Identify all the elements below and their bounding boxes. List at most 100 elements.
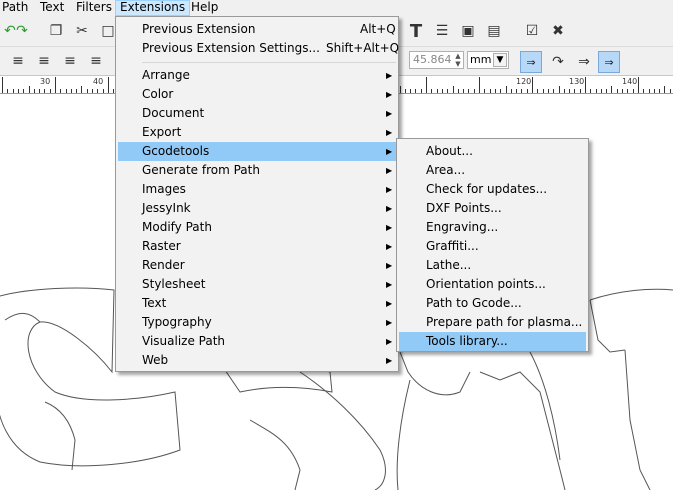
transform-gradients-toggle-icon[interactable]: ⇒ <box>574 52 594 72</box>
align-baseline-icon[interactable]: ≡ <box>86 51 106 71</box>
ruler-tick <box>553 89 554 93</box>
submenu-item-dxf-points[interactable]: DXF Points... <box>399 199 586 218</box>
duplicate-icon[interactable]: ❐ <box>46 21 66 41</box>
chevron-right-icon: ▶ <box>386 299 393 308</box>
menu-help[interactable]: Help <box>187 0 222 16</box>
align-distribute-icon[interactable]: ▤ <box>484 21 504 41</box>
chevron-right-icon: ▶ <box>386 128 393 137</box>
scale-stroke-toggle-icon[interactable]: ⇒ <box>520 51 542 73</box>
outline-path <box>589 288 673 301</box>
menu-item-previous-extension-settings[interactable]: Previous Extension Settings... Shift+Alt… <box>118 39 399 58</box>
menu-item-generate-from-path[interactable]: Generate from Path ▶ <box>118 161 396 180</box>
document-properties-icon[interactable]: ☑ <box>522 21 542 41</box>
ruler-tick <box>664 86 665 93</box>
ruler-tick <box>7 89 8 93</box>
ruler-tick <box>590 89 591 93</box>
submenu-item-label: Lathe... <box>426 258 472 272</box>
text-tool-icon[interactable]: T <box>406 21 426 42</box>
outline-path <box>479 371 566 490</box>
menu-item-render[interactable]: Render ▶ <box>118 256 396 275</box>
menu-item-raster[interactable]: Raster ▶ <box>118 237 396 256</box>
submenu-item-prepare-path-for-plasma[interactable]: Prepare path for plasma... <box>399 313 586 332</box>
submenu-item-label: Graffiti... <box>426 239 479 253</box>
submenu-item-area[interactable]: Area... <box>399 161 586 180</box>
menu-item-modify-path[interactable]: Modify Path ▶ <box>118 218 396 237</box>
submenu-item-label: Tools library... <box>426 334 508 348</box>
menu-separator <box>142 62 396 63</box>
outline-path <box>589 299 626 353</box>
ruler-tick <box>458 89 459 93</box>
submenu-item-orientation-points[interactable]: Orientation points... <box>399 275 586 294</box>
ruler-tick <box>611 86 612 93</box>
menu-item-previous-extension[interactable]: Previous Extension Alt+Q <box>118 20 396 39</box>
size-value: 45.864 <box>413 53 452 66</box>
submenu-item-tools-library[interactable]: Tools library... <box>399 332 586 351</box>
menu-item-images[interactable]: Images ▶ <box>118 180 396 199</box>
chevron-right-icon: ▶ <box>386 337 393 346</box>
ruler-tick <box>585 77 586 93</box>
submenu-item-graffiti[interactable]: Graffiti... <box>399 237 586 256</box>
cut-icon[interactable]: ✂ <box>72 21 92 41</box>
submenu-item-path-to-gcode[interactable]: Path to Gcode... <box>399 294 586 313</box>
outline-path <box>249 419 301 490</box>
menu-item-arrange[interactable]: Arrange ▶ <box>118 66 396 85</box>
ruler-tick <box>474 89 475 93</box>
submenu-item-about[interactable]: About... <box>399 142 586 161</box>
menu-text[interactable]: Text <box>36 0 68 16</box>
transform-patterns-toggle-icon[interactable]: ⇒ <box>598 51 620 73</box>
ruler-tick <box>55 77 56 93</box>
ruler-tick <box>103 89 104 93</box>
ruler-tick <box>400 86 401 93</box>
menu-item-gcodetools[interactable]: Gcodetools ▶ <box>118 142 396 161</box>
submenu-item-check-for-updates[interactable]: Check for updates... <box>399 180 586 199</box>
menu-item-label: Export <box>142 125 182 139</box>
ruler-tick <box>537 89 538 93</box>
submenu-item-engraving[interactable]: Engraving... <box>399 218 586 237</box>
ruler-tick <box>29 86 30 93</box>
redo-icon[interactable]: ↷ <box>12 21 32 41</box>
ruler-tick <box>559 86 560 93</box>
menu-item-visualize-path[interactable]: Visualize Path ▶ <box>118 332 396 351</box>
chevron-right-icon: ▶ <box>386 185 393 194</box>
menu-item-jessyink[interactable]: JessyInk ▶ <box>118 199 396 218</box>
chevron-right-icon: ▶ <box>386 280 393 289</box>
ruler-tick <box>426 77 427 93</box>
menu-path[interactable]: Path <box>0 0 32 16</box>
layers-icon[interactable]: ☰ <box>432 21 452 41</box>
menu-item-label: Raster <box>142 239 181 253</box>
preferences-icon[interactable]: ✖ <box>548 21 568 41</box>
menu-item-export[interactable]: Export ▶ <box>118 123 396 142</box>
menu-item-text[interactable]: Text ▶ <box>118 294 396 313</box>
align-middle-icon[interactable]: ≡ <box>34 51 54 71</box>
size-field[interactable]: 45.864 ▲ ▼ <box>409 51 464 69</box>
ruler-tick <box>500 89 501 93</box>
menu-item-label: Visualize Path <box>142 334 226 348</box>
extensions-menu: Previous Extension Alt+Q Previous Extens… <box>115 16 399 372</box>
ruler-tick <box>633 89 634 93</box>
submenu-item-lathe[interactable]: Lathe... <box>399 256 586 275</box>
unit-select[interactable]: mm ▼ <box>467 51 509 69</box>
ruler-tick <box>442 89 443 93</box>
ruler-tick <box>495 89 496 93</box>
ruler-tick <box>484 89 485 93</box>
menu-item-web[interactable]: Web ▶ <box>118 351 396 370</box>
ruler-label: 140 <box>622 77 638 86</box>
align-bottom-icon[interactable]: ≡ <box>60 51 80 71</box>
ruler-tick <box>81 86 82 93</box>
scale-corners-toggle-icon[interactable]: ↷ <box>548 52 568 72</box>
ruler-tick <box>649 89 650 93</box>
menu-item-typography[interactable]: Typography ▶ <box>118 313 396 332</box>
menu-item-label: Arrange <box>142 68 190 82</box>
spin-arrows-icon[interactable]: ▲ ▼ <box>454 52 462 68</box>
menu-text-label: Text <box>40 0 65 14</box>
outline-path <box>399 351 471 396</box>
menu-filters[interactable]: Filters <box>72 0 116 16</box>
menu-item-color[interactable]: Color ▶ <box>118 85 396 104</box>
ruler-tick <box>601 89 602 93</box>
chevron-down-icon[interactable]: ▼ <box>493 53 507 67</box>
menu-extensions[interactable]: Extensions <box>115 0 191 16</box>
xml-editor-icon[interactable]: ▣ <box>458 21 478 41</box>
align-top-icon[interactable]: ≡ <box>8 51 28 71</box>
menu-item-stylesheet[interactable]: Stylesheet ▶ <box>118 275 396 294</box>
menu-item-document[interactable]: Document ▶ <box>118 104 396 123</box>
